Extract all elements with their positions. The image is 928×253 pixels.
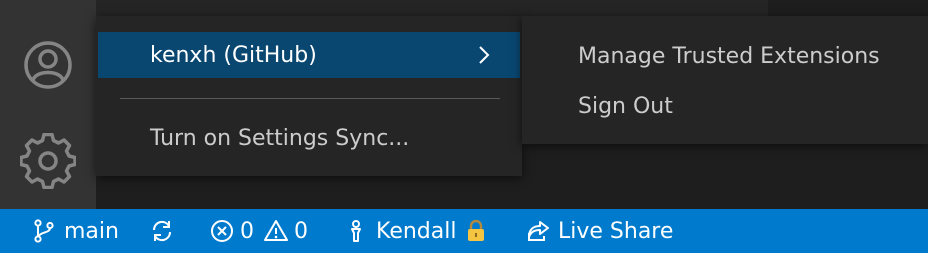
branch-name: main: [64, 218, 119, 244]
menu-separator: [120, 98, 500, 99]
user-name: Kendall: [376, 218, 457, 244]
activity-bar: [0, 0, 96, 209]
warning-count: 0: [294, 218, 308, 244]
account-icon[interactable]: [20, 37, 76, 93]
error-icon: [210, 219, 234, 243]
sync-status[interactable]: [150, 209, 174, 253]
problems-status[interactable]: 0 0: [210, 209, 308, 253]
live-share-status[interactable]: Live Share: [526, 209, 673, 253]
live-share-icon: [526, 219, 550, 243]
vscode-window: kenxh (GitHub) Turn on Settings Sync... …: [0, 0, 928, 253]
live-share-label: Live Share: [558, 218, 674, 244]
menu-item-github-account[interactable]: kenxh (GitHub): [98, 32, 520, 78]
account-status[interactable]: Kendall: [344, 209, 488, 253]
lock-icon: [464, 219, 488, 243]
person-icon: [344, 219, 368, 243]
warning-icon: [264, 219, 288, 243]
chevron-right-icon: [474, 45, 494, 65]
settings-sync-label: Turn on Settings Sync...: [150, 125, 410, 151]
account-submenu: Manage Trusted Extensions Sign Out: [522, 16, 928, 144]
submenu-item-label: Manage Trusted Extensions: [578, 43, 880, 69]
error-count: 0: [240, 218, 254, 244]
submenu-item-manage-trusted-extensions[interactable]: Manage Trusted Extensions: [522, 33, 928, 79]
branch-status[interactable]: main: [32, 209, 119, 253]
status-bar: main 0 0 Kendall Live Share: [0, 209, 928, 253]
accounts-menu: kenxh (GitHub) Turn on Settings Sync...: [96, 16, 522, 176]
gear-icon[interactable]: [20, 133, 76, 189]
account-label: kenxh (GitHub): [150, 42, 317, 68]
submenu-item-label: Sign Out: [578, 93, 673, 119]
source-control-branch-icon: [32, 219, 56, 243]
submenu-item-sign-out[interactable]: Sign Out: [522, 83, 928, 129]
sync-icon: [150, 219, 174, 243]
editor-tab-strip: [96, 0, 768, 16]
menu-item-settings-sync[interactable]: Turn on Settings Sync...: [98, 115, 520, 161]
